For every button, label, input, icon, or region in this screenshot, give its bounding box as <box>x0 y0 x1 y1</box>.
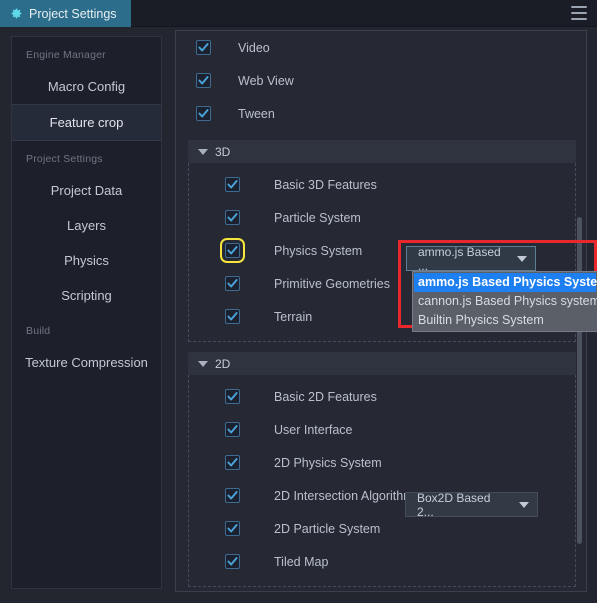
checkbox-particle-system[interactable] <box>225 210 240 225</box>
chevron-down-icon <box>519 501 529 508</box>
select-physics-system-options: ammo.js Based Physics System cannon.js B… <box>412 271 597 332</box>
sidebar-item-macro-config[interactable]: Macro Config <box>12 69 161 104</box>
menu-bar-1 <box>571 6 587 8</box>
title-bar: Project Settings <box>0 0 597 27</box>
group-label: 3D <box>215 144 231 159</box>
gear-icon <box>11 8 22 19</box>
checkbox-basic-3d-features[interactable] <box>225 177 240 192</box>
select-physics-system-trigger[interactable]: ammo.js Based ... <box>406 244 536 273</box>
select-physics-system: ammo.js Based ... ammo.js Based Physics … <box>406 244 597 332</box>
feature-row-video[interactable]: Video <box>176 31 586 64</box>
feature-label: 2D Particle System <box>274 521 381 536</box>
checkbox-physics-system[interactable] <box>220 238 245 263</box>
group-header-3d[interactable]: 3D <box>188 140 576 163</box>
select-value: Box2D Based 2... <box>417 490 491 519</box>
feature-label: Video <box>238 40 270 55</box>
sidebar-item-layers[interactable]: Layers <box>12 208 161 243</box>
sidebar-item-texture-compression[interactable]: Texture Compression <box>12 345 161 380</box>
option-cannon-js[interactable]: cannon.js Based Physics system <box>414 292 597 311</box>
feature-label: Tiled Map <box>274 554 329 569</box>
select-2d-physics-system[interactable]: Box2D Based 2... <box>405 490 538 519</box>
menu-bar-2 <box>571 12 587 14</box>
checkbox-terrain[interactable] <box>225 309 240 324</box>
checkbox-user-interface[interactable] <box>225 422 240 437</box>
chevron-down-icon <box>198 148 208 155</box>
feature-row-basic-2d-features[interactable]: Basic 2D Features <box>189 380 575 413</box>
tab-label: Project Settings <box>29 6 117 21</box>
sidebar-item-physics[interactable]: Physics <box>12 243 161 278</box>
checkbox-2d-particle-system[interactable] <box>225 521 240 536</box>
feature-label: Primitive Geometries <box>274 276 390 291</box>
sidebar-item-scripting[interactable]: Scripting <box>12 278 161 313</box>
checkbox-tiled-map[interactable] <box>225 554 240 569</box>
checkbox-2d-physics-system[interactable] <box>225 455 240 470</box>
feature-row-2d-physics-system[interactable]: 2D Physics System <box>189 446 575 479</box>
feature-label: 2D Physics System <box>274 455 382 470</box>
sidebar-group-title: Engine Manager <box>26 49 106 61</box>
checkbox-primitive-geometries[interactable] <box>225 276 240 291</box>
menu-bar-3 <box>571 18 587 20</box>
option-ammo-js[interactable]: ammo.js Based Physics System <box>414 273 597 292</box>
feature-row-tween[interactable]: Tween <box>176 97 586 130</box>
sidebar-group-title: Build <box>26 325 51 337</box>
feature-label: Web View <box>238 73 294 88</box>
feature-label: Tween <box>238 106 275 121</box>
feature-label: Basic 2D Features <box>274 389 377 404</box>
group-label: 2D <box>215 356 231 371</box>
feature-row-user-interface[interactable]: User Interface <box>189 413 575 446</box>
feature-row-basic-3d-features[interactable]: Basic 3D Features <box>189 168 575 201</box>
feature-label: Physics System <box>274 243 363 258</box>
sidebar-group-title: Project Settings <box>26 153 103 165</box>
chevron-down-icon <box>517 255 527 262</box>
feature-label: Basic 3D Features <box>274 177 377 192</box>
select-value: ammo.js Based ... <box>418 244 501 273</box>
scrollbar-thumb[interactable] <box>577 217 582 544</box>
sidebar-item-project-data[interactable]: Project Data <box>12 173 161 208</box>
tab-project-settings[interactable]: Project Settings <box>0 0 131 27</box>
checkbox-basic-2d-features[interactable] <box>225 389 240 404</box>
feature-label: Terrain <box>274 309 313 324</box>
feature-row-web-view[interactable]: Web View <box>176 64 586 97</box>
feature-label: Particle System <box>274 210 361 225</box>
chevron-down-icon <box>198 360 208 367</box>
feature-label: User Interface <box>274 422 353 437</box>
project-settings-window: Project Settings Engine Manager Macro Co… <box>0 0 597 603</box>
sidebar-item-feature-crop[interactable]: Feature crop <box>12 104 161 141</box>
group-body-2d: Basic 2D Features User Interface 2D Phys… <box>188 375 576 587</box>
settings-sidebar: Engine Manager Macro Config Feature crop… <box>11 36 162 589</box>
feature-label: 2D Intersection Algorithms <box>274 488 420 503</box>
checkbox-video[interactable] <box>196 40 211 55</box>
option-builtin[interactable]: Builtin Physics System <box>414 311 596 330</box>
feature-row-particle-system[interactable]: Particle System <box>189 201 575 234</box>
checkbox-2d-intersection-algorithms[interactable] <box>225 488 240 503</box>
feature-row-tiled-map[interactable]: Tiled Map <box>189 545 575 578</box>
group-header-2d[interactable]: 2D <box>188 352 576 375</box>
checkbox-web-view[interactable] <box>196 73 211 88</box>
checkbox-tween[interactable] <box>196 106 211 121</box>
hamburger-menu-icon[interactable] <box>571 6 587 20</box>
